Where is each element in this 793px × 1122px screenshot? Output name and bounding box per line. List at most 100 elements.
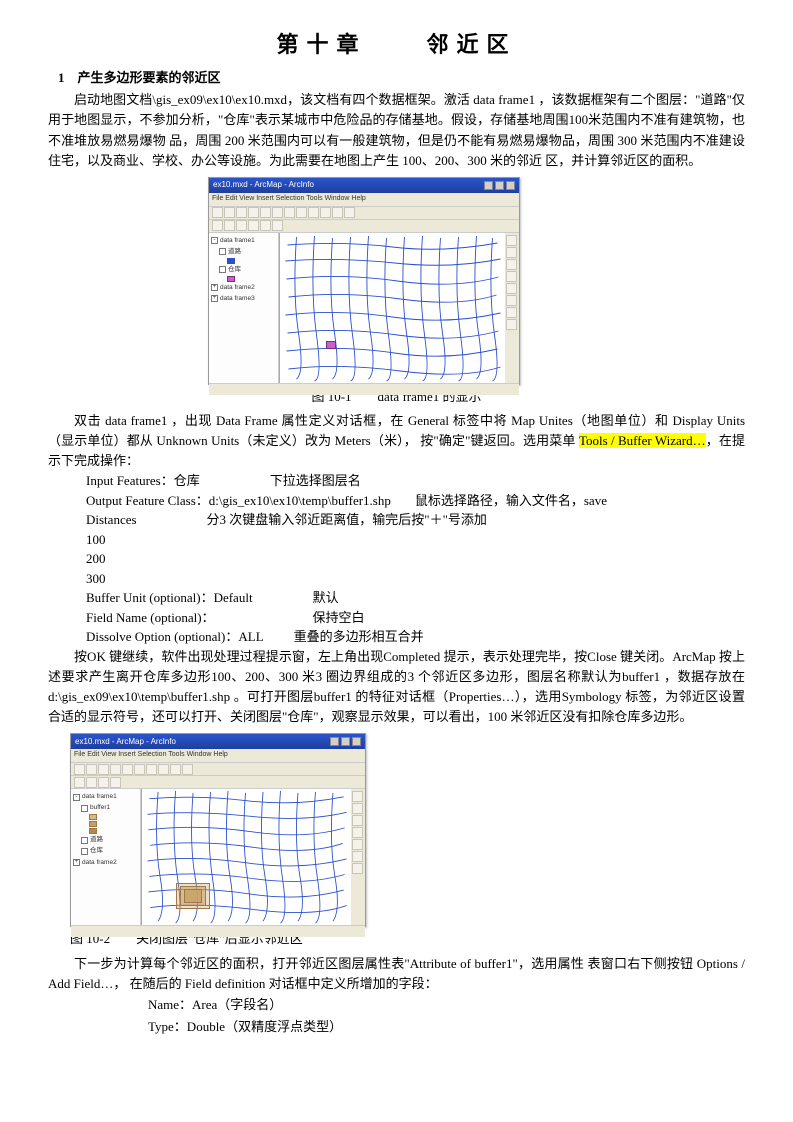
highlight-menu-path: Tools / Buffer Wizard… (579, 433, 706, 448)
buffer-ring-100 (184, 889, 202, 903)
warehouse-symbol-icon (227, 276, 235, 282)
minimize-icon (330, 737, 339, 746)
tool-icon (110, 777, 121, 788)
spec-distance-200: 200 (86, 549, 745, 569)
tool-icon (344, 207, 355, 218)
field-name: Name：Area（字段名） (148, 994, 745, 1016)
tool-icon (296, 207, 307, 218)
expand-icon: - (211, 237, 218, 244)
toolbar-row-2 (71, 776, 365, 789)
tool-icon (506, 295, 517, 306)
toc-buffer-layer: buffer1 (90, 803, 110, 813)
spec-distances: Distances (86, 512, 137, 527)
spec-distances-note: 分3 次键盘输入邻近距离值，输完后按"＋"号添加 (207, 512, 487, 527)
tool-icon (146, 764, 157, 775)
road-symbol-icon (227, 258, 235, 264)
status-bar (71, 925, 365, 937)
map-canvas (141, 789, 351, 925)
expand-icon: + (73, 859, 80, 866)
toolbar-row-2 (209, 220, 519, 233)
tool-icon (506, 259, 517, 270)
tool-icon (110, 764, 121, 775)
minimize-icon (484, 181, 493, 190)
tool-icon (506, 247, 517, 258)
tool-icon (272, 220, 283, 231)
warehouse-marker-icon (326, 341, 336, 349)
tool-icon (236, 207, 247, 218)
tool-icon (352, 803, 363, 814)
status-bar (209, 383, 519, 395)
toc-layer-warehouse: 仓库 (90, 846, 103, 856)
checkbox-icon (81, 848, 88, 855)
toc-df3: data frame3 (220, 294, 255, 304)
tool-icon (506, 283, 517, 294)
tool-icon (86, 777, 97, 788)
spec-buffer-unit: Buffer Unit (optional)：Default (86, 590, 253, 605)
figure-1-container: ex10.mxd - ArcMap - ArcInfo File Edit Vi… (48, 177, 745, 385)
tool-icon (236, 220, 247, 231)
tool-icon (272, 207, 283, 218)
figure-1-window: ex10.mxd - ArcMap - ArcInfo File Edit Vi… (208, 177, 520, 385)
tool-icon (352, 815, 363, 826)
checkbox-icon (219, 266, 226, 273)
tool-icon (224, 220, 235, 231)
tool-icon (248, 220, 259, 231)
tool-icon (74, 777, 85, 788)
paragraph-2: 双击 data frame1 ，出现 Data Frame 属性定义对话框，在 … (48, 411, 745, 471)
tool-icon (248, 207, 259, 218)
toc-df2: data frame2 (82, 858, 117, 868)
window-titlebar: ex10.mxd - ArcMap - ArcInfo (209, 178, 519, 193)
tool-icon (506, 235, 517, 246)
toolbar-row-1 (209, 207, 519, 220)
spec-distance-300: 300 (86, 569, 745, 589)
tool-icon (506, 271, 517, 282)
tool-icon (260, 207, 271, 218)
tool-icon (284, 207, 295, 218)
window-control-buttons (330, 737, 361, 746)
buffer-symbol-icon (89, 814, 97, 820)
tool-icon (212, 207, 223, 218)
window-titlebar: ex10.mxd - ArcMap - ArcInfo (71, 734, 365, 749)
tool-icon (352, 863, 363, 874)
toc-panel: -data frame1 buffer1 道路 仓库 +data frame2 (71, 789, 141, 925)
field-type: Type：Double（双精度浮点类型） (148, 1016, 745, 1038)
toc-panel: -data frame1 道路 仓库 +data frame2 +data fr… (209, 233, 279, 383)
tool-icon (122, 764, 133, 775)
menu-bar: File Edit View Insert Selection Tools Wi… (209, 193, 519, 207)
spec-dissolve-note: 重叠的多边形相互合并 (294, 629, 424, 644)
tool-icon (158, 764, 169, 775)
maximize-icon (341, 737, 350, 746)
checkbox-icon (219, 248, 226, 255)
tool-icon (320, 207, 331, 218)
tool-icon (134, 764, 145, 775)
tool-icon (506, 307, 517, 318)
toc-layer-warehouse: 仓库 (228, 265, 241, 275)
road-network-icon (280, 233, 505, 383)
toc-layer-road: 道路 (90, 835, 103, 845)
spec-field-name-note: 保持空白 (313, 610, 365, 625)
app-body: -data frame1 buffer1 道路 仓库 +data frame2 (71, 789, 365, 925)
tool-icon (352, 827, 363, 838)
spec-distance-100: 100 (86, 530, 745, 550)
spec-block: Input Features：仓库下拉选择图层名 Output Feature … (86, 471, 745, 647)
section-heading-1: 1 产生多边形要素的邻近区 (58, 68, 745, 88)
tool-icon (182, 764, 193, 775)
menu-bar: File Edit View Insert Selection Tools Wi… (71, 749, 365, 763)
app-body: -data frame1 道路 仓库 +data frame2 +data fr… (209, 233, 519, 383)
tool-icon (308, 207, 319, 218)
tool-icon (332, 207, 343, 218)
paragraph-1: 启动地图文档\gis_ex09\ex10\ex10.mxd，该文档有四个数据框架… (48, 90, 745, 171)
window-title-text: ex10.mxd - ArcMap - ArcInfo (75, 736, 176, 748)
map-canvas (279, 233, 505, 383)
window-title-text: ex10.mxd - ArcMap - ArcInfo (213, 179, 314, 191)
buffer-symbol-icon (89, 821, 97, 827)
figure-2-container: ex10.mxd - ArcMap - ArcInfo File Edit Vi… (48, 733, 745, 927)
paragraph-3: 按OK 键继续，软件出现处理过程提示窗，左上角出现Completed 提示，表示… (48, 647, 745, 728)
spec-dissolve: Dissolve Option (optional)：ALL (86, 629, 264, 644)
tool-icon (352, 839, 363, 850)
field-block: Name：Area（字段名） Type：Double（双精度浮点类型） (148, 994, 745, 1038)
spec-output-class-note: 鼠标选择路径，输入文件名，save (415, 493, 607, 508)
spec-input-features-note: 下拉选择图层名 (270, 473, 361, 488)
tool-icon (224, 207, 235, 218)
buffer-symbol-icon (89, 828, 97, 834)
